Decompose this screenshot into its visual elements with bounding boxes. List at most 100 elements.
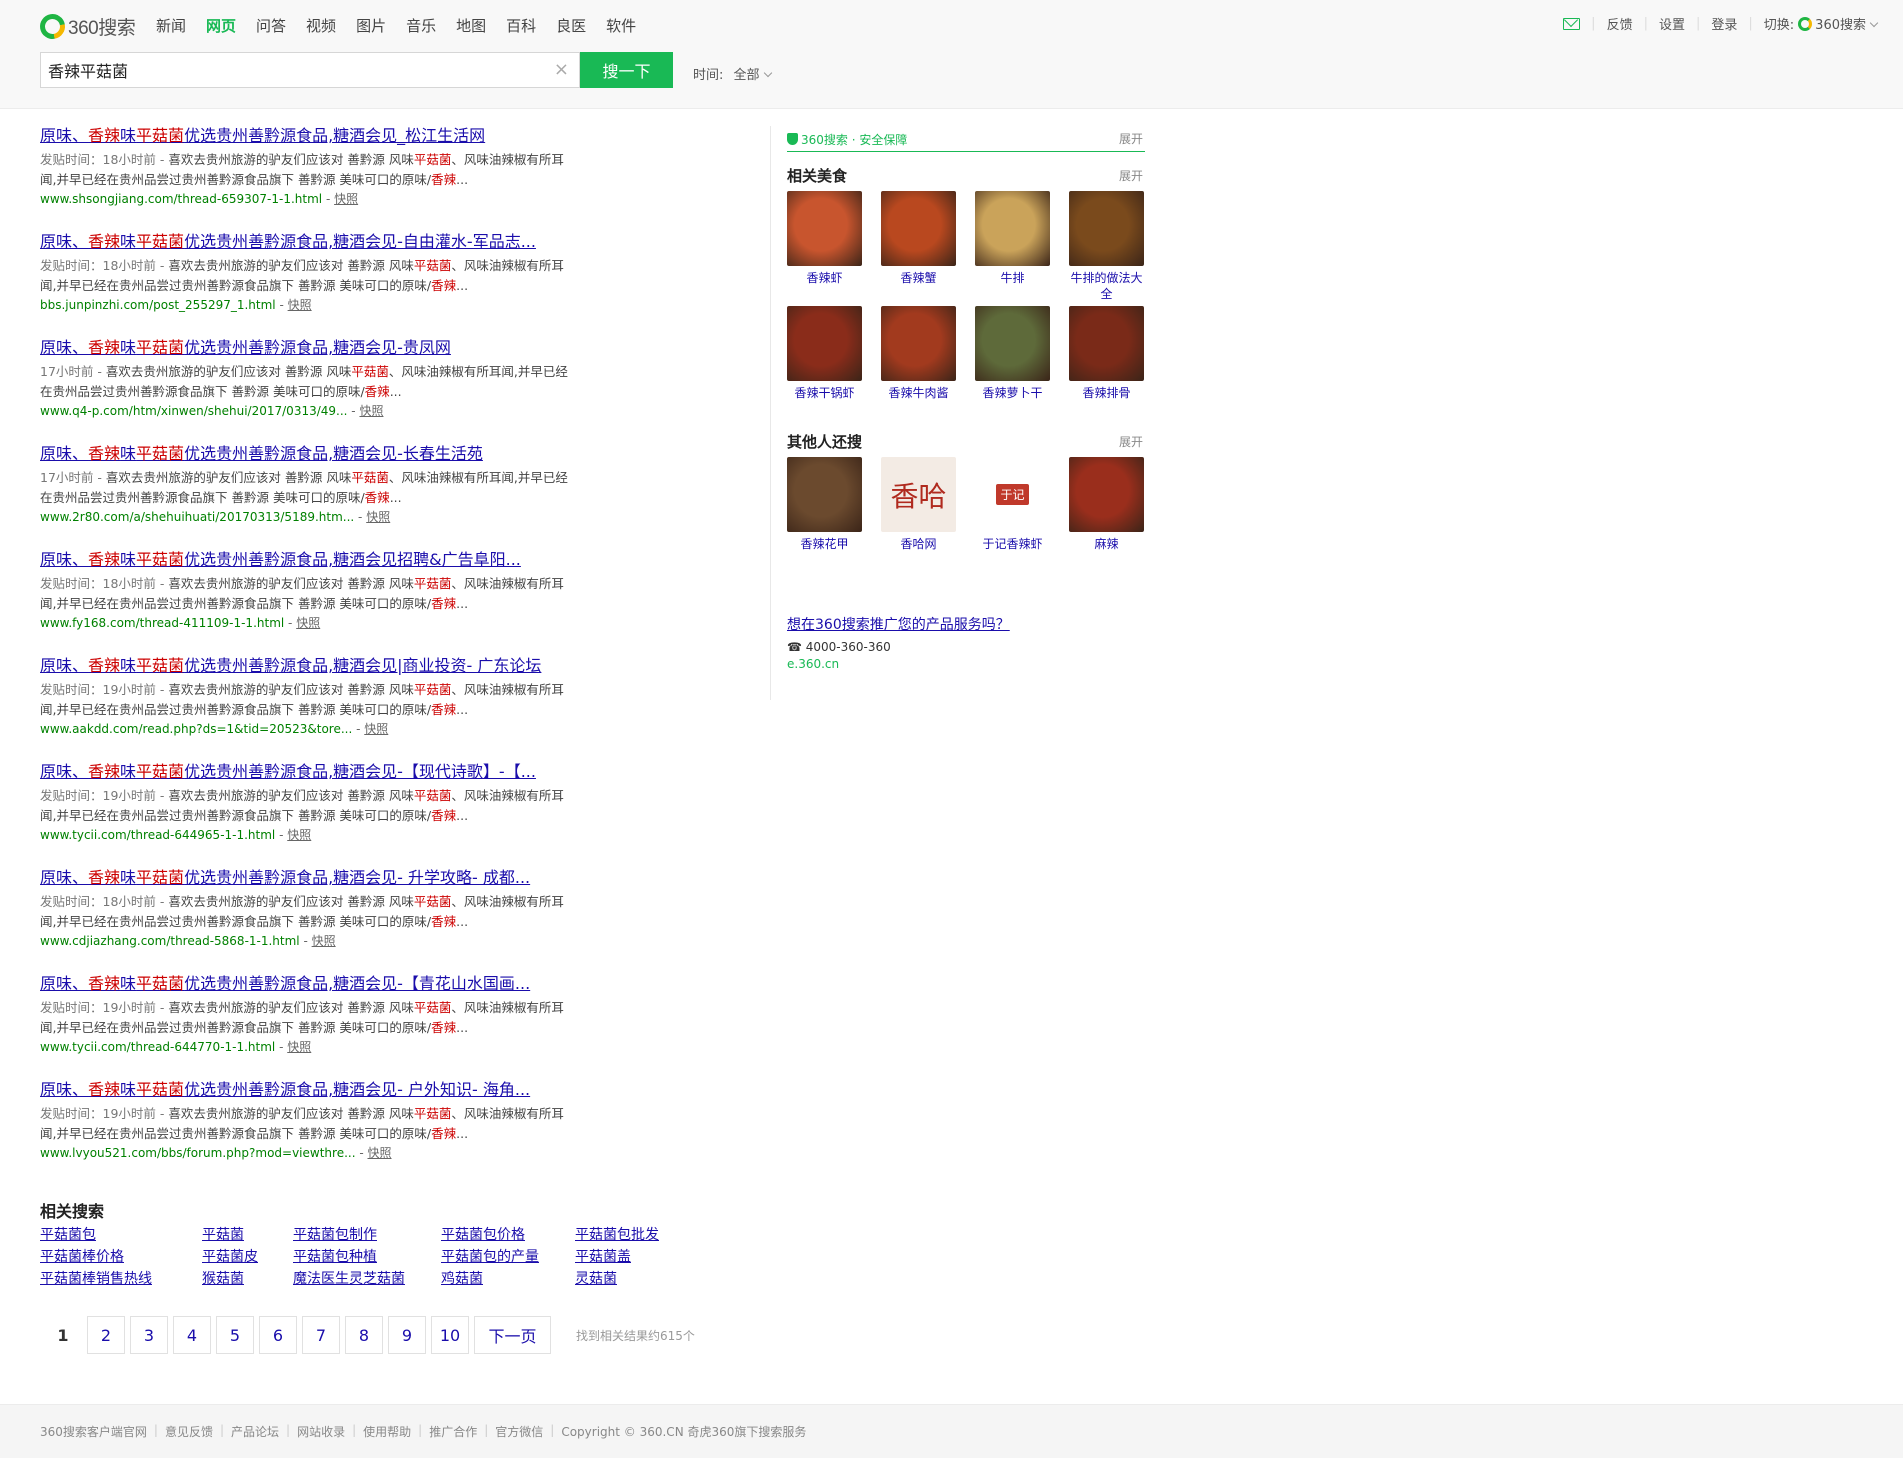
page-4[interactable]: 4 bbox=[173, 1316, 211, 1354]
related-search-link[interactable]: 鸡菇菌 bbox=[441, 1270, 575, 1289]
search-button[interactable]: 搜一下 bbox=[580, 52, 673, 88]
footer-link[interactable]: 产品论坛 bbox=[231, 1423, 279, 1440]
snapshot-link[interactable]: 快照 bbox=[359, 404, 383, 418]
search-input[interactable] bbox=[41, 53, 541, 87]
image-card[interactable]: 牛排的做法大全 bbox=[1069, 191, 1144, 304]
snapshot-link[interactable]: 快照 bbox=[288, 298, 312, 312]
result-title-link[interactable]: 原味、香辣味平菇菌优选贵州善黔源食品,糖酒会见- 升学攻略- 成都... bbox=[40, 868, 600, 888]
image-card[interactable]: 香辣干锅虾 bbox=[787, 306, 862, 419]
result-title-link[interactable]: 原味、香辣味平菇菌优选贵州善黔源食品,糖酒会见-长春生活苑 bbox=[40, 444, 600, 464]
related-search-link[interactable]: 猴菇菌 bbox=[202, 1270, 293, 1289]
related-search-link[interactable]: 平菇菌皮 bbox=[202, 1248, 293, 1267]
snapshot-link[interactable]: 快照 bbox=[366, 510, 390, 524]
page-7[interactable]: 7 bbox=[302, 1316, 340, 1354]
nav-item-2[interactable]: 问答 bbox=[256, 15, 286, 36]
settings-link[interactable]: 设置 bbox=[1659, 14, 1685, 33]
result-title-link[interactable]: 原味、香辣味平菇菌优选贵州善黔源食品,糖酒会见招聘&广告阜阳... bbox=[40, 550, 600, 570]
result-url: www.tycii.com/thread-644965-1-1.html - 快… bbox=[40, 826, 600, 844]
result-title-link[interactable]: 原味、香辣味平菇菌优选贵州善黔源食品,糖酒会见- 户外知识- 海角... bbox=[40, 1080, 600, 1100]
snapshot-link[interactable]: 快照 bbox=[364, 722, 388, 736]
snapshot-link[interactable]: 快照 bbox=[334, 192, 358, 206]
footer-link[interactable]: 推广合作 bbox=[429, 1423, 477, 1440]
footer-link[interactable]: 官方微信 bbox=[495, 1423, 543, 1440]
result-item: 原味、香辣味平菇菌优选贵州善黔源食品,糖酒会见- 户外知识- 海角... 发贴时间… bbox=[40, 1080, 600, 1186]
related-search-link[interactable]: 平菇菌包批发 bbox=[575, 1226, 685, 1245]
image-card[interactable]: 香辣花甲 bbox=[787, 457, 862, 570]
result-title-part: 平菇菌 bbox=[136, 550, 185, 569]
snapshot-link[interactable]: 快照 bbox=[312, 934, 336, 948]
related-search-link[interactable]: 魔法医生灵芝菇菌 bbox=[293, 1270, 441, 1289]
page-2[interactable]: 2 bbox=[87, 1316, 125, 1354]
related-search-link[interactable]: 平菇菌包 bbox=[40, 1226, 202, 1245]
result-snippet-part: 香辣 bbox=[364, 490, 390, 505]
image-card[interactable]: 香辣蟹 bbox=[881, 191, 956, 304]
result-snippet-part: 喜欢去贵州旅游的驴友们应该对 善黔源 风味 bbox=[168, 1000, 414, 1015]
ad-domain[interactable]: e.360.cn bbox=[787, 657, 1145, 671]
snapshot-link[interactable]: 快照 bbox=[296, 616, 320, 630]
page-5[interactable]: 5 bbox=[216, 1316, 254, 1354]
result-snippet: 发贴时间：19小时前 - 喜欢去贵州旅游的驴友们应该对 善黔源 风味平菇菌、风味… bbox=[40, 786, 580, 826]
login-link[interactable]: 登录 bbox=[1711, 14, 1737, 33]
feedback-link[interactable]: 反馈 bbox=[1607, 14, 1633, 33]
image-card[interactable]: 香辣牛肉酱 bbox=[881, 306, 956, 419]
related-search-link[interactable]: 平菇菌棒销售热线 bbox=[40, 1270, 202, 1289]
result-title-link[interactable]: 原味、香辣味平菇菌优选贵州善黔源食品,糖酒会见|商业投资- 广东论坛 bbox=[40, 656, 600, 676]
expand-link[interactable]: 展开 bbox=[1119, 130, 1143, 147]
clear-icon[interactable]: × bbox=[554, 59, 569, 80]
related-search-link[interactable]: 平菇菌包种植 bbox=[293, 1248, 441, 1267]
nav-item-3[interactable]: 视频 bbox=[306, 15, 336, 36]
result-title-link[interactable]: 原味、香辣味平菇菌优选贵州善黔源食品,糖酒会见-自由灌水-军品志... bbox=[40, 232, 600, 252]
image-card[interactable]: 牛排 bbox=[975, 191, 1050, 304]
related-search-link[interactable]: 平菇菌包价格 bbox=[441, 1226, 575, 1245]
nav-item-8[interactable]: 良医 bbox=[556, 15, 586, 36]
nav-item-1[interactable]: 网页 bbox=[206, 15, 236, 36]
snapshot-link[interactable]: 快照 bbox=[368, 1146, 392, 1160]
result-title-link[interactable]: 原味、香辣味平菇菌优选贵州善黔源食品,糖酒会见_松江生活网 bbox=[40, 126, 600, 146]
footer-link[interactable]: 360搜索客户端官网 bbox=[40, 1423, 147, 1440]
result-snippet-part: 香辣 bbox=[364, 384, 390, 399]
related-search-link[interactable]: 灵菇菌 bbox=[575, 1270, 685, 1289]
page-10[interactable]: 10 bbox=[431, 1316, 469, 1354]
related-search-link[interactable]: 平菇菌棒价格 bbox=[40, 1248, 202, 1267]
nav-item-4[interactable]: 图片 bbox=[356, 15, 386, 36]
image-card[interactable]: 香辣萝卜干 bbox=[975, 306, 1050, 419]
time-filter[interactable]: 时间: 全部 bbox=[693, 64, 772, 83]
result-snippet-part: ... bbox=[389, 384, 402, 399]
related-search-link[interactable]: 平菇菌 bbox=[202, 1226, 293, 1245]
mail-icon[interactable] bbox=[1563, 17, 1581, 30]
expand-link[interactable]: 展开 bbox=[1119, 167, 1143, 184]
result-title-link[interactable]: 原味、香辣味平菇菌优选贵州善黔源食品,糖酒会见-贵凤网 bbox=[40, 338, 600, 358]
footer-link[interactable]: 网站收录 bbox=[297, 1423, 345, 1440]
next-page-button[interactable]: 下一页 bbox=[474, 1316, 551, 1354]
image-card[interactable]: 于记 于记香辣虾 bbox=[975, 457, 1050, 570]
related-search-link[interactable]: 平菇菌盖 bbox=[575, 1248, 685, 1267]
footer-link[interactable]: 使用帮助 bbox=[363, 1423, 411, 1440]
result-title-part: 香辣 bbox=[88, 1080, 121, 1099]
expand-link[interactable]: 展开 bbox=[1119, 433, 1143, 450]
page-3[interactable]: 3 bbox=[130, 1316, 168, 1354]
logo[interactable]: 360搜索 bbox=[35, 8, 136, 44]
image-card[interactable]: 香辣虾 bbox=[787, 191, 862, 304]
snapshot-link[interactable]: 快照 bbox=[287, 1040, 311, 1054]
ad-link[interactable]: 想在360搜索推广您的产品服务吗？ bbox=[787, 617, 1010, 633]
footer-link[interactable]: 意见反馈 bbox=[165, 1423, 213, 1440]
nav-item-9[interactable]: 软件 bbox=[606, 15, 636, 36]
image-card[interactable]: 香辣排骨 bbox=[1069, 306, 1144, 419]
result-snippet-part: 喜欢去贵州旅游的驴友们应该对 善黔源 风味 bbox=[168, 894, 414, 909]
related-search-link[interactable]: 平菇菌包制作 bbox=[293, 1226, 441, 1245]
image-card[interactable]: 麻辣 bbox=[1069, 457, 1144, 570]
switch-dropdown[interactable]: 360搜索 bbox=[1798, 14, 1879, 33]
nav-item-7[interactable]: 百科 bbox=[506, 15, 536, 36]
nav-item-6[interactable]: 地图 bbox=[456, 15, 486, 36]
page-8[interactable]: 8 bbox=[345, 1316, 383, 1354]
page-9[interactable]: 9 bbox=[388, 1316, 426, 1354]
result-title-link[interactable]: 原味、香辣味平菇菌优选贵州善黔源食品,糖酒会见-【青花山水国画... bbox=[40, 974, 600, 994]
footer-sep: | bbox=[219, 1423, 225, 1437]
image-card[interactable]: 香哈 香哈网 bbox=[881, 457, 956, 570]
nav-item-5[interactable]: 音乐 bbox=[406, 15, 436, 36]
snapshot-link[interactable]: 快照 bbox=[287, 828, 311, 842]
page-6[interactable]: 6 bbox=[259, 1316, 297, 1354]
related-search-link[interactable]: 平菇菌包的产量 bbox=[441, 1248, 575, 1267]
nav-item-0[interactable]: 新闻 bbox=[156, 15, 186, 36]
result-title-link[interactable]: 原味、香辣味平菇菌优选贵州善黔源食品,糖酒会见-【现代诗歌】-【... bbox=[40, 762, 600, 782]
